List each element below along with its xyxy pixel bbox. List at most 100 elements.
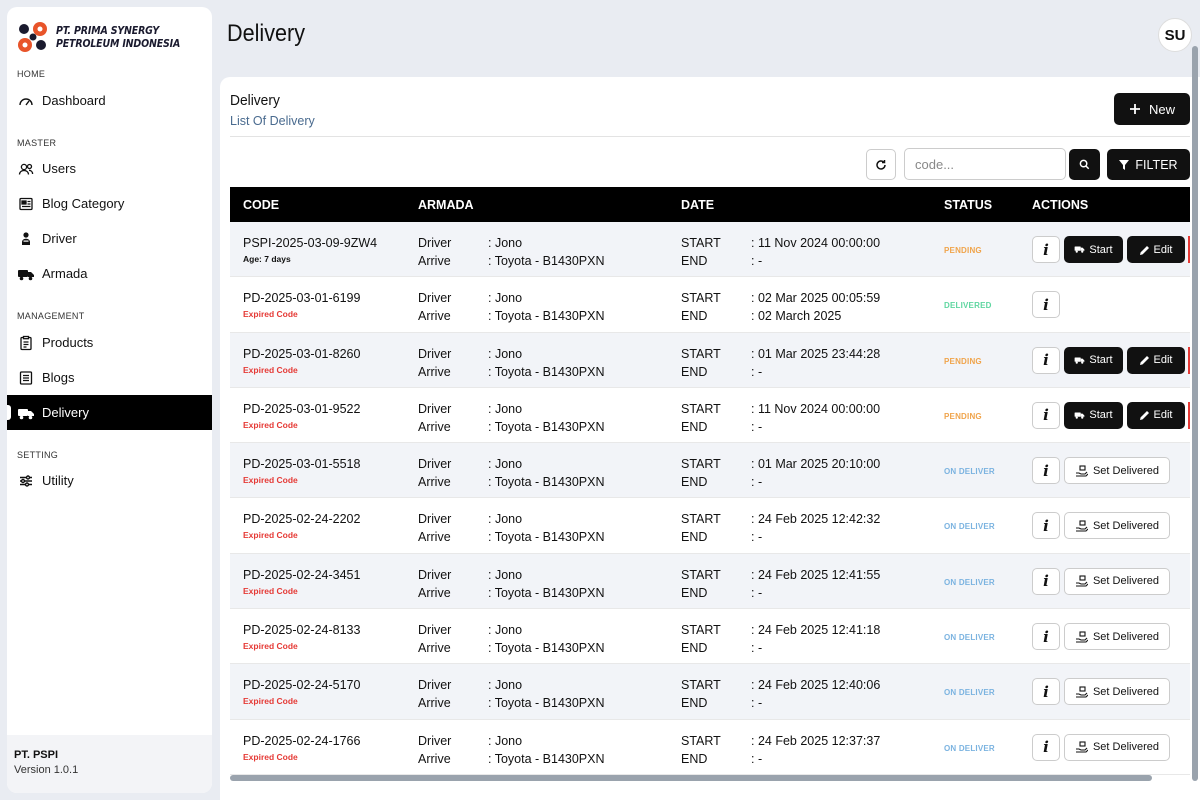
- sidebar-item-driver[interactable]: Driver: [7, 221, 212, 256]
- delete-button-edge[interactable]: [1188, 346, 1190, 374]
- driver-label: Driver: [418, 457, 452, 472]
- section-label-home: HOME: [17, 69, 46, 79]
- sidebar-item-dashboard[interactable]: Dashboard: [7, 83, 212, 118]
- hand-package-icon: [1075, 465, 1088, 477]
- hand-package-icon: [1075, 686, 1088, 698]
- info-button[interactable]: i: [1032, 346, 1060, 374]
- code-note: Expired Code: [243, 530, 298, 541]
- edit-button[interactable]: Edit: [1127, 236, 1185, 263]
- new-button[interactable]: New: [1114, 93, 1190, 125]
- info-button[interactable]: i: [1032, 678, 1060, 706]
- end-date-label: END: [681, 364, 708, 379]
- section-label-master: MASTER: [17, 138, 57, 148]
- horizontal-scrollbar[interactable]: [230, 775, 1152, 781]
- sidebar-item-blogs[interactable]: Blogs: [7, 360, 212, 395]
- sidebar-item-delivery[interactable]: Delivery: [7, 395, 212, 430]
- delivery-code: PD-2025-03-01-9522: [243, 401, 361, 416]
- sidebar-item-label: Dashboard: [42, 93, 106, 108]
- code-note: Expired Code: [243, 585, 298, 596]
- sidebar-item-users[interactable]: Users: [7, 151, 212, 186]
- info-icon: i: [1043, 295, 1049, 314]
- driver-value: : Jono: [488, 401, 523, 416]
- search-button[interactable]: [1069, 149, 1100, 180]
- start-date-label: START: [681, 678, 721, 693]
- set-delivered-button[interactable]: Set Delivered: [1064, 567, 1170, 595]
- info-button[interactable]: i: [1032, 236, 1060, 263]
- page-title: Delivery: [227, 20, 306, 47]
- status-badge: PENDING: [944, 411, 982, 421]
- avatar[interactable]: SU: [1158, 18, 1192, 52]
- info-button[interactable]: i: [1032, 733, 1060, 761]
- pencil-icon: [1139, 411, 1149, 421]
- start-date-value: : 24 Feb 2025 12:41:55: [751, 567, 881, 582]
- vertical-scrollbar[interactable]: [1192, 46, 1198, 781]
- delete-button-edge[interactable]: [1188, 236, 1190, 263]
- driver-label: Driver: [418, 678, 452, 693]
- start-date-label: START: [681, 291, 721, 306]
- info-button[interactable]: i: [1032, 623, 1060, 651]
- hand-package-icon: [1075, 520, 1088, 532]
- set-delivered-button[interactable]: Set Delivered: [1064, 733, 1170, 761]
- table-row: PSPI-2025-03-09-9ZW4 Age: 7 days Driver: J…: [230, 222, 1190, 278]
- end-date-value: : -: [751, 364, 763, 379]
- info-icon: i: [1043, 240, 1049, 259]
- status-badge: PENDING: [944, 356, 982, 366]
- set-delivered-button[interactable]: Set Delivered: [1064, 457, 1170, 485]
- hand-package-icon: [1075, 575, 1088, 587]
- sidebar-item-utility[interactable]: Utility: [7, 463, 212, 498]
- delivery-truck-icon: [17, 404, 35, 422]
- driver-value: : Jono: [488, 346, 523, 361]
- edit-button[interactable]: Edit: [1127, 401, 1185, 429]
- arrive-value: : Toyota - B1430PXN: [488, 585, 605, 600]
- status-badge: ON DELIVER: [944, 633, 995, 643]
- driver-label: Driver: [418, 733, 452, 748]
- sidebar-item-products[interactable]: Products: [7, 325, 212, 360]
- filter-button[interactable]: FILTER: [1107, 149, 1190, 180]
- table-row: PD-2025-02-24-3451 Expired Code Driver: Jo…: [230, 553, 1190, 610]
- start-date-label: START: [681, 733, 721, 748]
- delivery-code: PD-2025-03-01-6199: [243, 291, 361, 306]
- delete-button-edge[interactable]: [1188, 401, 1190, 429]
- refresh-button[interactable]: [866, 149, 896, 180]
- info-button[interactable]: i: [1032, 567, 1060, 595]
- hand-package-icon: [1075, 631, 1088, 643]
- info-icon: i: [1043, 516, 1049, 535]
- sidebar-item-armada[interactable]: Armada: [7, 256, 212, 291]
- sidebar-item-label: Products: [42, 335, 94, 350]
- start-button[interactable]: Start: [1064, 236, 1123, 263]
- set-delivered-label: Set Delivered: [1092, 741, 1160, 754]
- delivery-code: PD-2025-02-24-1766: [243, 733, 361, 748]
- arrive-label: Arrive: [418, 254, 451, 268]
- info-icon: i: [1043, 572, 1049, 591]
- driver-value: : Jono: [488, 512, 523, 527]
- table-body: PSPI-2025-03-09-9ZW4 Age: 7 days Driver: J…: [230, 222, 1190, 775]
- info-button[interactable]: i: [1032, 291, 1060, 319]
- info-button[interactable]: i: [1032, 457, 1060, 485]
- arrive-label: Arrive: [418, 309, 451, 324]
- set-delivered-button[interactable]: Set Delivered: [1064, 678, 1170, 706]
- set-delivered-button[interactable]: Set Delivered: [1064, 623, 1170, 651]
- search-input[interactable]: [904, 148, 1066, 180]
- start-date-value: : 24 Feb 2025 12:40:06: [751, 678, 881, 693]
- start-button[interactable]: Start: [1064, 401, 1123, 429]
- info-button[interactable]: i: [1032, 401, 1060, 429]
- set-delivered-button[interactable]: Set Delivered: [1064, 512, 1170, 540]
- col-header-actions: ACTIONS: [1032, 198, 1089, 212]
- start-date-label: START: [681, 623, 721, 638]
- document-icon: [17, 369, 35, 387]
- users-icon: [17, 160, 35, 178]
- start-date-value: : 24 Feb 2025 12:37:37: [751, 733, 881, 748]
- start-button[interactable]: Start: [1064, 346, 1123, 374]
- brand[interactable]: PT. PRIMA SYNERGY PETROLEUM INDONESIA: [15, 19, 200, 55]
- start-date-value: : 02 Mar 2025 00:05:59: [751, 291, 881, 306]
- info-icon: i: [1043, 461, 1049, 480]
- sidebar-item-label: Driver: [42, 231, 77, 246]
- info-button[interactable]: i: [1032, 512, 1060, 540]
- end-date-value: : -: [751, 751, 763, 766]
- table-row: PD-2025-02-24-8133 Expired Code Driver: Jo…: [230, 609, 1190, 665]
- start-date-label: START: [681, 401, 721, 416]
- code-note: Expired Code: [243, 696, 298, 707]
- edit-button[interactable]: Edit: [1127, 346, 1185, 374]
- sidebar-item-blog-category[interactable]: Blog Category: [7, 186, 212, 221]
- start-date-label: START: [681, 346, 721, 361]
